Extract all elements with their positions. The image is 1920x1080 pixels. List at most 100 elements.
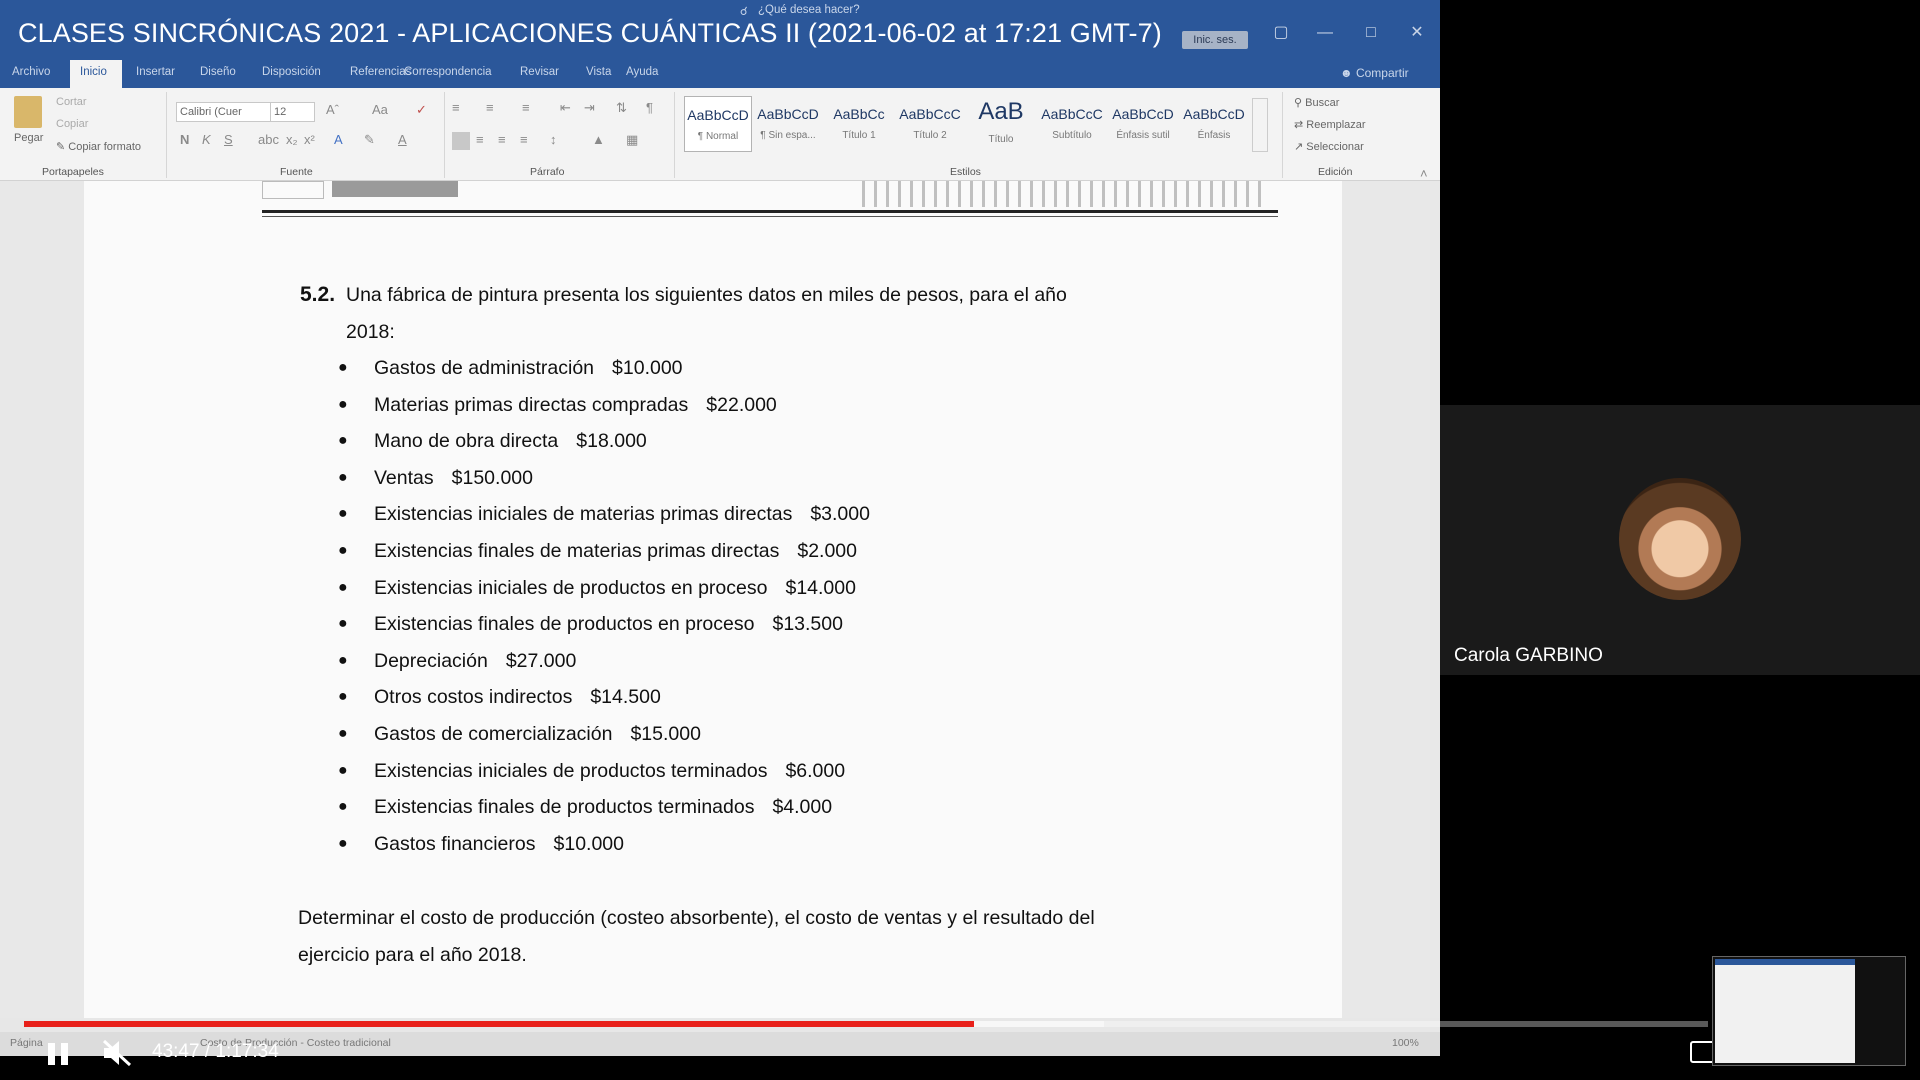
align-right-icon[interactable]: ≡ — [498, 132, 506, 147]
brush-icon: ✎ — [56, 141, 69, 153]
align-left-icon[interactable] — [452, 132, 470, 150]
tab-2[interactable]: Insertar — [136, 66, 175, 78]
decrease-indent-icon[interactable]: ⇤ — [560, 100, 571, 116]
tab-8[interactable]: Vista — [586, 66, 611, 78]
style-4[interactable]: AaB Título — [968, 96, 1034, 150]
bold-icon[interactable]: N — [180, 132, 189, 147]
shading-icon[interactable]: ▲ — [592, 132, 605, 147]
tab-1[interactable]: Inicio — [80, 66, 107, 78]
paste-icon[interactable] — [14, 96, 42, 128]
styles-scroll[interactable] — [1252, 98, 1268, 152]
bullets-icon[interactable]: ≡ — [452, 100, 460, 115]
sort-icon[interactable]: ⇅ — [616, 100, 627, 116]
item-label: Ventas — [374, 466, 434, 489]
preview-thumbnail[interactable] — [1712, 956, 1906, 1066]
page-indicator[interactable]: Página — [10, 1037, 43, 1049]
zoom-level[interactable]: 100% — [1392, 1037, 1419, 1049]
muted-speaker-button[interactable] — [101, 1038, 135, 1068]
change-case-icon[interactable]: Aa — [372, 102, 388, 117]
bullet-icon: ● — [338, 395, 348, 413]
style-2[interactable]: AaBbCc Título 1 — [826, 96, 892, 150]
grow-font-icon[interactable]: Aˆ — [326, 102, 339, 117]
subscript-icon[interactable]: x₂ — [286, 132, 298, 147]
style-sample: AaBbCcD — [687, 107, 749, 123]
exercise-number: 5.2. — [300, 283, 336, 306]
clear-format-icon[interactable]: ✓ — [416, 102, 427, 118]
bullet-icon: ● — [338, 505, 348, 523]
strikethrough-icon[interactable]: abc — [258, 132, 279, 147]
item-value: $150.000 — [451, 466, 533, 489]
list-item: Gastos financieros $10.000 — [374, 833, 624, 856]
font-name-select[interactable]: Calibri (Cuer — [176, 102, 271, 122]
style-7[interactable]: AaBbCcD Énfasis — [1181, 96, 1247, 150]
highlight-icon[interactable]: ✎ — [364, 132, 375, 148]
item-label: Gastos de comercialización — [374, 723, 613, 745]
list-item: Existencias finales de materias primas d… — [374, 540, 857, 563]
share-button[interactable]: ☻ Compartir — [1340, 66, 1409, 80]
cut-button[interactable]: Cortar — [56, 96, 87, 108]
tell-me-icon[interactable]: ☌ — [740, 4, 748, 18]
tab-0[interactable]: Archivo — [12, 66, 50, 78]
minimize-icon[interactable]: — — [1310, 22, 1340, 44]
ribbon-display-icon[interactable]: ▢ — [1266, 22, 1296, 44]
underline-icon[interactable]: S — [224, 132, 233, 147]
close-icon[interactable]: ✕ — [1402, 22, 1432, 44]
replace-button[interactable]: ⇄ Reemplazar — [1294, 118, 1366, 131]
select-button[interactable]: ↗ Seleccionar — [1294, 140, 1364, 153]
item-value: $3.000 — [810, 503, 870, 526]
item-label: Existencias iniciales de materias primas… — [374, 503, 793, 526]
style-name: ¶ Sin espa... — [760, 130, 816, 141]
justify-icon[interactable]: ≡ — [520, 132, 528, 147]
paste-button[interactable]: Pegar — [14, 132, 43, 144]
italic-icon[interactable]: K — [202, 132, 211, 147]
list-item: Existencias iniciales de productos termi… — [374, 760, 845, 783]
group-label-editing: Edición — [1318, 166, 1353, 178]
pause-icon — [48, 1043, 55, 1065]
format-painter-button[interactable]: ✎ Copiar formato — [56, 140, 141, 153]
bullet-icon: ● — [338, 468, 348, 486]
tab-4[interactable]: Disposición — [262, 66, 321, 78]
font-size-select[interactable]: 12 — [270, 102, 315, 122]
multilevel-icon[interactable]: ≡ — [522, 100, 530, 115]
superscript-icon[interactable]: x² — [304, 132, 315, 147]
list-item: Existencias finales de productos termina… — [374, 796, 832, 819]
text-effects-icon[interactable]: A — [334, 132, 343, 147]
pause-button[interactable] — [46, 1041, 72, 1067]
item-value: $13.500 — [772, 613, 843, 636]
copy-button[interactable]: Copiar — [56, 118, 88, 130]
tab-5[interactable]: Referencias — [350, 66, 411, 78]
collapse-ribbon-icon[interactable]: ˄ — [1420, 166, 1428, 181]
tab-7[interactable]: Revisar — [520, 66, 559, 78]
align-center-icon[interactable]: ≡ — [476, 132, 484, 147]
line-spacing-icon[interactable]: ↕ — [550, 132, 557, 147]
ribbon-divider — [674, 92, 675, 178]
progress-played[interactable] — [24, 1021, 974, 1027]
pause-icon — [61, 1043, 68, 1065]
bullet-icon: ● — [338, 651, 348, 669]
borders-icon[interactable]: ▦ — [626, 132, 638, 148]
tab-6[interactable]: Correspondencia — [404, 66, 492, 78]
style-name: Énfasis sutil — [1116, 130, 1170, 141]
pilcrow-icon[interactable]: ¶ — [646, 100, 653, 115]
style-1[interactable]: AaBbCcD ¶ Sin espa... — [755, 96, 821, 150]
font-color-icon[interactable]: A — [398, 132, 407, 147]
maximize-icon[interactable]: □ — [1356, 22, 1386, 44]
tab-9[interactable]: Ayuda — [626, 66, 658, 78]
numbering-icon[interactable]: ≡ — [486, 100, 494, 115]
style-5[interactable]: AaBbCcC Subtítulo — [1039, 96, 1105, 150]
style-sample: AaBbCcD — [1183, 106, 1245, 122]
bullet-icon: ● — [338, 725, 348, 742]
signin-button[interactable]: Inic. ses. — [1182, 31, 1248, 49]
list-item: Existencias finales de productos en proc… — [374, 613, 843, 636]
tab-3[interactable]: Diseño — [200, 66, 236, 78]
style-0[interactable]: AaBbCcD ¶ Normal — [684, 96, 752, 152]
increase-indent-icon[interactable]: ⇥ — [584, 100, 595, 116]
style-3[interactable]: AaBbCcC Título 2 — [897, 96, 963, 150]
list-item: Mano de obra directa $18.000 — [374, 430, 647, 453]
style-6[interactable]: AaBbCcD Énfasis sutil — [1110, 96, 1176, 150]
muted-speaker-icon — [102, 1039, 132, 1067]
find-button[interactable]: ⚲ Buscar — [1294, 96, 1339, 109]
list-item: Ventas $150.000 — [374, 467, 533, 490]
tell-me-field[interactable]: ¿Qué desea hacer? — [758, 4, 860, 16]
list-item: Gastos de comercialización $15.000 — [374, 723, 701, 746]
